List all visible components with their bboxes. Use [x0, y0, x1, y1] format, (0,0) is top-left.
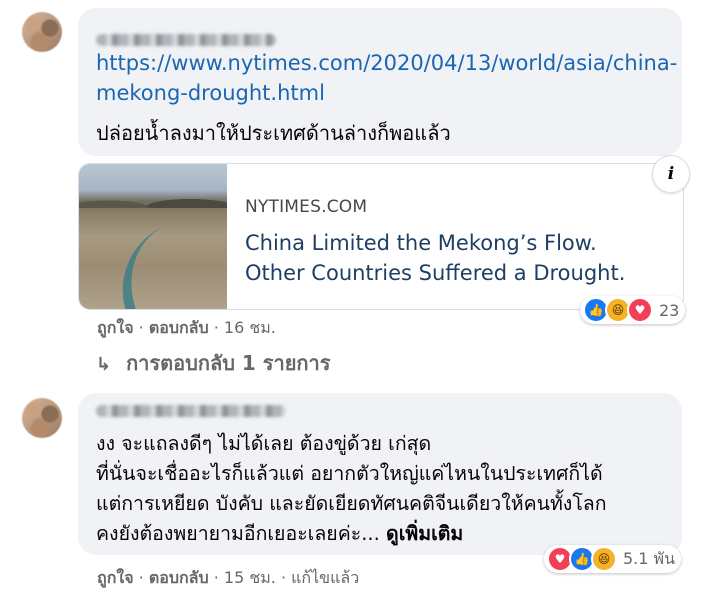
- link-title: China Limited the Mekong’s Flow. Other C…: [245, 231, 626, 285]
- edited-label: แก้ไขแล้ว: [291, 568, 360, 587]
- commenter-avatar[interactable]: [22, 12, 62, 52]
- comment-bubble: งง จะแถลงดีๆ ไม่ได้เลย ต้องขู่ด้วย เก่สุ…: [78, 393, 682, 555]
- reply-action[interactable]: ตอบกลับ: [149, 318, 209, 337]
- love-reaction-icon: ♥: [627, 297, 653, 323]
- haha-reaction-icon: 😆: [591, 546, 617, 572]
- commenter-name[interactable]: [96, 405, 286, 417]
- comment-bubble: https://www.nytimes.com/2020/04/13/world…: [78, 8, 682, 156]
- replies-label: การตอบกลับ 1 รายการ: [126, 351, 331, 375]
- link-preview-card[interactable]: NYTIMES.COM China Limited the Mekong’s F…: [78, 163, 684, 310]
- view-replies-button[interactable]: ↳ การตอบกลับ 1 รายการ: [96, 347, 331, 379]
- comment-timestamp[interactable]: 15 ชม.: [224, 568, 276, 587]
- reaction-count: 5.1 พัน: [623, 548, 676, 568]
- like-action[interactable]: ถูกใจ: [97, 318, 134, 337]
- commenter-name[interactable]: [96, 34, 276, 46]
- reaction-count: 23: [659, 300, 680, 320]
- commenter-avatar[interactable]: [22, 398, 62, 438]
- article-thumbnail: [79, 164, 285, 309]
- comment-actions: ถูกใจ · ตอบกลับ · 15 ชม. · แก้ไขแล้ว: [97, 568, 360, 587]
- comment-actions: ถูกใจ · ตอบกลับ · 16 ชม.: [97, 318, 276, 337]
- comment-text: ปล่อยน้ำลงมาให้ประเทศด้านล่างก็พอแล้ว: [96, 121, 451, 145]
- article-link[interactable]: https://www.nytimes.com/2020/04/13/world…: [96, 48, 677, 108]
- reply-action[interactable]: ตอบกลับ: [149, 568, 209, 587]
- info-icon[interactable]: i: [652, 155, 690, 193]
- see-more-link[interactable]: ดูเพิ่มเติม: [386, 522, 463, 545]
- comment-text: งง จะแถลงดีๆ ไม่ได้เลย ต้องขู่ด้วย เก่สุ…: [96, 432, 607, 545]
- comment-timestamp[interactable]: 16 ชม.: [224, 318, 276, 337]
- like-action[interactable]: ถูกใจ: [97, 568, 134, 587]
- reply-arrow-icon: ↳: [96, 354, 112, 375]
- link-domain: NYTIMES.COM: [245, 197, 368, 217]
- reaction-summary[interactable]: 👍 😆 ♥ 23: [580, 296, 686, 324]
- reaction-summary[interactable]: ♥ 👍 😆 5.1 พัน: [544, 545, 682, 573]
